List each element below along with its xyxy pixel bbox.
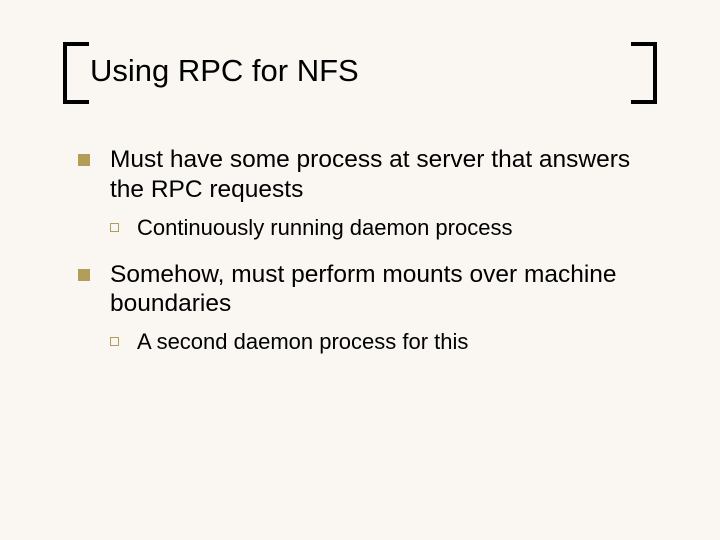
subbullet-text: A second daemon process for this	[137, 329, 660, 356]
slide: Using RPC for NFS Must have some process…	[0, 0, 720, 540]
bullet-level2: A second daemon process for this	[110, 329, 660, 356]
title-bracket-right-icon	[631, 42, 657, 104]
slide-title: Using RPC for NFS	[90, 54, 630, 88]
title-bracket-left-icon	[63, 42, 89, 104]
subbullet-text: Continuously running daemon process	[137, 215, 660, 242]
hollow-square-bullet-icon	[110, 223, 119, 232]
bullet-level1: Somehow, must perform mounts over machin…	[78, 260, 660, 320]
hollow-square-bullet-icon	[110, 337, 119, 346]
bullet-level2: Continuously running daemon process	[110, 215, 660, 242]
bullet-text: Must have some process at server that an…	[110, 145, 660, 205]
square-bullet-icon	[78, 154, 90, 166]
slide-body: Must have some process at server that an…	[78, 145, 660, 366]
bullet-level1: Must have some process at server that an…	[78, 145, 660, 205]
bullet-text: Somehow, must perform mounts over machin…	[110, 260, 660, 320]
square-bullet-icon	[78, 269, 90, 281]
